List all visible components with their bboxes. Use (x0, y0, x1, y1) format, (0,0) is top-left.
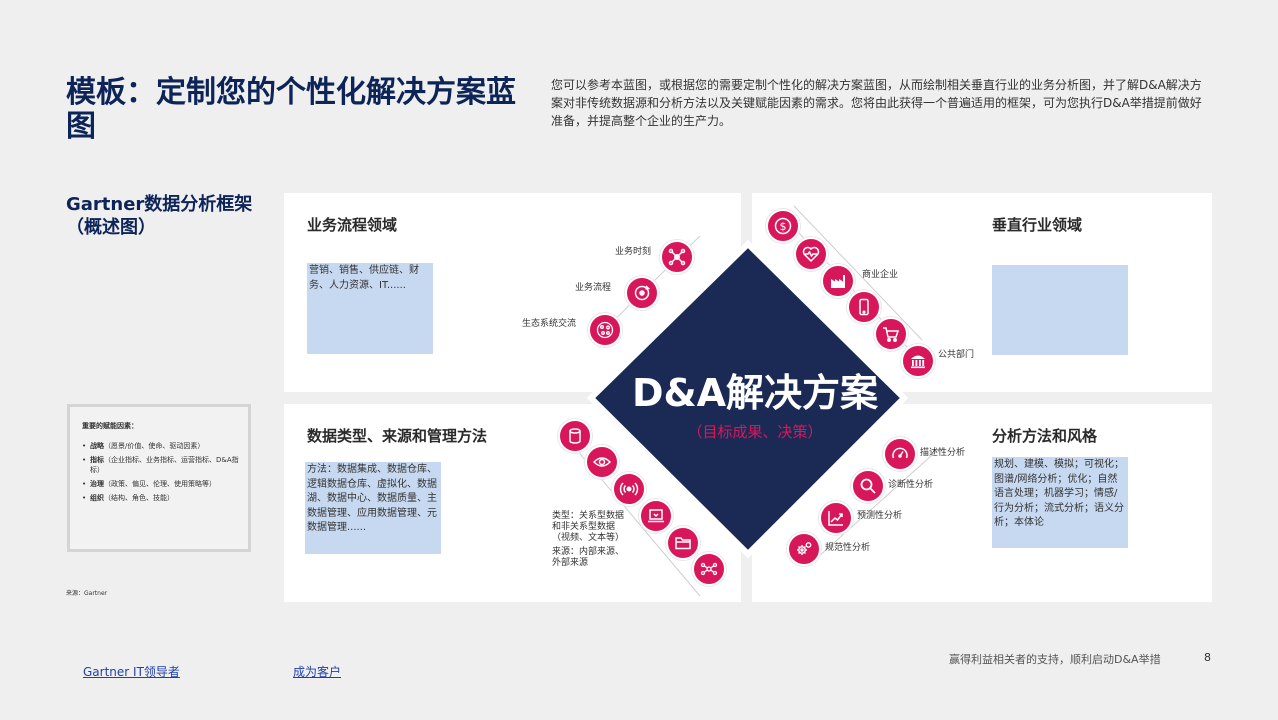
enabler-name: 战略 (90, 442, 104, 450)
network-icon (660, 240, 694, 274)
enabler-item: 指标（企业指标、业务指标、运营指标、D&A指标） (82, 455, 240, 475)
svg-text:$: $ (780, 220, 787, 233)
cart-icon (874, 317, 908, 351)
intro-paragraph: 您可以参考本蓝图，或根据您的需要定制个性化的解决方案蓝图，从而绘制相关垂直行业的… (551, 78, 1202, 128)
commercial-label: 商业企业 (862, 270, 899, 280)
framework-title: Gartner数据分析框架（概述图） (66, 194, 253, 238)
signal-icon (612, 472, 646, 506)
diagnostic-label: 诊断性分析 (888, 480, 934, 490)
trend-chart-icon (819, 501, 853, 535)
government-icon (901, 344, 935, 378)
footer-tagline: 赢得利益相关者的支持，顺利启动D&A举措 (949, 653, 1161, 666)
data-methods-box: 方法：数据集成、数据仓库、逻辑数据仓库、虚拟化、数据湖、数据中心、数据质量、主数… (305, 462, 441, 554)
business-moments-label: 业务时刻 (615, 247, 652, 257)
gartner-it-leaders-link[interactable]: Gartner IT领导者 (83, 663, 180, 680)
center-subtitle: （目标成果、决策） (687, 423, 823, 441)
page-title: 模板：定制您的个性化解决方案蓝图 (66, 75, 516, 144)
nodes-icon (692, 552, 726, 586)
enabler-item: 治理（政策、偏见、伦理、使用策略等） (82, 479, 240, 489)
process-cycle-icon (625, 276, 659, 310)
enablers-heading: 重要的赋能因素： (82, 422, 138, 430)
data-types-title: 数据类型、来源和管理方法 (307, 427, 488, 445)
descriptive-label: 描述性分析 (920, 448, 966, 458)
business-process-label: 业务流程 (575, 283, 612, 293)
source-note: 来源：Gartner (66, 590, 108, 597)
public-sector-label: 公共部门 (938, 350, 975, 360)
ecosystem-globe-icon (588, 313, 622, 347)
heart-icon (794, 237, 828, 271)
center-title: D&A解决方案 (631, 371, 879, 415)
enablers-list: 战略（愿景/价值、使命、驱动因素） 指标（企业指标、业务指标、运营指标、D&A指… (82, 441, 240, 503)
folder-icon (666, 526, 700, 560)
predictive-label: 预测性分析 (857, 511, 903, 521)
enabler-text: （愿景/价值、使命、驱动因素） (104, 442, 205, 450)
become-client-link[interactable]: 成为客户 (293, 663, 341, 680)
business-process-title: 业务流程领域 (307, 216, 398, 234)
enabler-name: 治理 (90, 480, 104, 488)
analytics-title: 分析方法和风格 (992, 427, 1098, 445)
vertical-industry-box (992, 265, 1128, 355)
database-icon (558, 419, 592, 453)
eye-icon (585, 445, 619, 479)
enabler-item: 战略（愿景/价值、使命、驱动因素） (82, 441, 240, 451)
gears-icon (787, 532, 821, 566)
prescriptive-label: 规范性分析 (825, 543, 871, 553)
enabler-item: 组织（结构、角色、技能） (82, 493, 240, 503)
dollar-icon: $ (766, 209, 800, 243)
enabler-name: 组织 (90, 494, 104, 502)
factory-icon (821, 264, 855, 298)
enabler-text: （政策、偏见、伦理、使用策略等） (104, 480, 216, 488)
data-types-label: 类型：关系型数据和非关系型数据（视频、文本等） (552, 511, 625, 543)
magnifier-icon (851, 469, 885, 503)
gauge-icon (883, 437, 917, 471)
ecosystem-label: 生态系统交流 (522, 319, 577, 329)
enabler-text: （企业指标、业务指标、运营指标、D&A指标） (90, 456, 239, 474)
page-number: 8 (1204, 651, 1211, 664)
analytics-methods-box: 规划、建模、模拟；可视化；图谱/网络分析；优化；自然语言处理；机器学习；情感/行… (992, 457, 1128, 548)
enabler-text: （结构、角色、技能） (104, 494, 174, 502)
mobile-icon (847, 290, 881, 324)
laptop-icon (639, 499, 673, 533)
data-sources-label: 来源：内部来源、外部来源 (552, 547, 625, 568)
vertical-industry-title: 垂直行业领域 (992, 216, 1083, 234)
business-process-box: 营销、销售、供应链、财务、人力资源、IT...... (307, 263, 433, 354)
enablers-box: 重要的赋能因素： 战略（愿景/价值、使命、驱动因素） 指标（企业指标、业务指标、… (67, 404, 251, 552)
enabler-name: 指标 (90, 456, 104, 464)
panel-vertical-industry (752, 193, 1212, 392)
